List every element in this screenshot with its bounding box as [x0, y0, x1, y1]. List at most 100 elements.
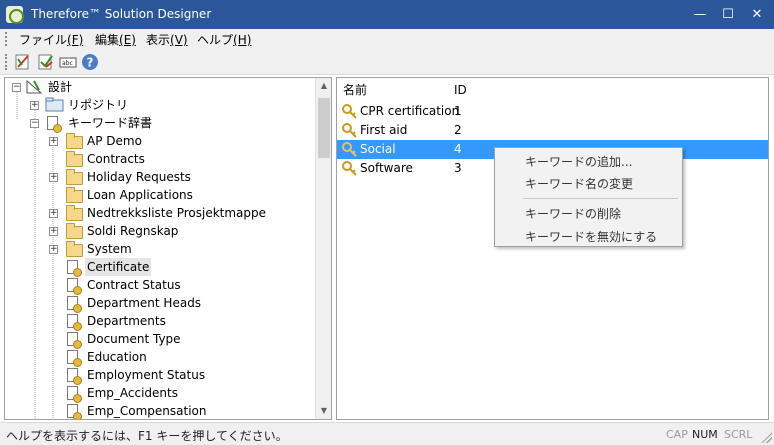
keyword-icon [67, 350, 82, 367]
checkmark-icon[interactable] [37, 53, 55, 71]
expand-icon[interactable]: + [30, 101, 39, 110]
collapse-icon[interactable]: − [30, 119, 39, 128]
text-format-icon[interactable]: abc [59, 53, 77, 71]
tree-repository-label: リポジトリ [68, 98, 129, 112]
keyword-id: 1 [454, 104, 462, 118]
num-indicator: NUM [692, 428, 718, 441]
tree-folder-system[interactable]: + System [5, 240, 305, 258]
tree-folder-loan-applications[interactable]: Loan Applications [5, 186, 305, 204]
expand-icon[interactable]: + [49, 245, 58, 254]
tree-folder-holiday-requests[interactable]: + Holiday Requests [5, 168, 305, 186]
keyword-id: 2 [454, 123, 462, 137]
tree-folder-soldi-regnskap[interactable]: + Soldi Regnskap [5, 222, 305, 240]
maximize-button[interactable]: ☐ [713, 0, 743, 29]
toolbar: abc ? [0, 49, 774, 75]
tree-folder-label: Holiday Requests [87, 170, 191, 184]
menu-grip [5, 32, 7, 46]
key-icon [342, 142, 357, 157]
keyword-icon [67, 332, 82, 349]
keyword-icon [67, 314, 82, 331]
context-disable-keyword[interactable]: キーワードを無効にする [525, 228, 657, 245]
resize-grip[interactable] [760, 431, 772, 443]
context-menu: キーワードの追加... キーワード名の変更 キーワードの削除 キーワードを無効に… [494, 147, 683, 247]
keyword-id: 4 [454, 142, 462, 156]
tree-item-emp-compensation[interactable]: Emp_Compensation [5, 402, 305, 419]
tree-keyword-dict-label: キーワード辞書 [68, 116, 153, 130]
tree-folder-label: Nedtrekksliste Prosjektmappe [87, 206, 267, 220]
tree-item-emp-accidents[interactable]: Emp_Accidents [5, 384, 305, 403]
tree-item-employment-status[interactable]: Employment Status [5, 366, 305, 385]
context-delete-keyword[interactable]: キーワードの削除 [525, 205, 621, 222]
scroll-thumb[interactable] [318, 98, 330, 158]
menu-help-key: (H) [233, 33, 252, 47]
list-item[interactable]: First aid 2 [337, 121, 768, 140]
menu-edit-key: (E) [119, 33, 136, 47]
tree-folder-label: System [87, 242, 132, 256]
status-text: ヘルプを表示するには、F1 キーを押してください。 [6, 429, 288, 443]
tree-folder-ap-demo[interactable]: + AP Demo [5, 132, 305, 150]
svg-text:abc: abc [62, 60, 73, 67]
keyword-icon [67, 386, 82, 403]
keyword-icon [67, 296, 82, 313]
minimize-button[interactable]: — [685, 0, 715, 29]
expand-icon[interactable]: + [49, 137, 58, 146]
scroll-down-icon[interactable]: ▼ [316, 403, 331, 419]
tree-folder-nedtrekksliste[interactable]: + Nedtrekksliste Prosjektmappe [5, 204, 305, 222]
keyword-name: First aid [360, 123, 408, 137]
list-item[interactable]: CPR certification 1 [337, 102, 768, 121]
tree-folder-label: Contracts [87, 152, 145, 166]
menu-file-label: ファイル [19, 33, 68, 47]
menu-view[interactable]: 表示(V) [146, 31, 188, 48]
tree-folder-label: AP Demo [87, 134, 142, 148]
menu-edit[interactable]: 編集(E) [95, 31, 136, 48]
tree-item-repository[interactable]: + リポジトリ [5, 96, 305, 114]
menu-help[interactable]: ヘルプ(H) [197, 31, 251, 48]
context-rename-keyword[interactable]: キーワード名の変更 [525, 175, 633, 192]
status-bar: ヘルプを表示するには、F1 キーを押してください。 CAP NUM SCRL [0, 422, 774, 445]
keyword-name: Software [360, 161, 413, 175]
tree-item-departments[interactable]: Departments [5, 312, 305, 331]
menu-view-key: (V) [170, 33, 188, 47]
cap-indicator: CAP [666, 428, 688, 441]
folder-icon [66, 151, 83, 167]
tree-item-department-heads[interactable]: Department Heads [5, 294, 305, 313]
toolbar-grip [5, 54, 7, 70]
keyword-icon [67, 278, 82, 295]
tree-pane[interactable]: − 設計 + リポジトリ − キーワード辞書 + AP Demo Contrac… [4, 77, 332, 420]
folder-icon [66, 205, 83, 221]
menu-help-label: ヘルプ [197, 33, 234, 47]
menu-file[interactable]: ファイル(F) [19, 31, 83, 48]
tree-item-label: Employment Status [87, 368, 206, 382]
edit-icon[interactable] [14, 53, 32, 71]
context-add-keyword[interactable]: キーワードの追加... [525, 153, 632, 170]
menu-edit-label: 編集 [95, 33, 120, 47]
tree-item-education[interactable]: Education [5, 348, 305, 367]
tree-item-label: Department Heads [87, 296, 202, 310]
tree-folder-contracts[interactable]: Contracts [5, 150, 305, 168]
expand-icon[interactable]: + [49, 227, 58, 236]
close-button[interactable]: ✕ [742, 0, 772, 29]
column-header-id[interactable]: ID [454, 80, 467, 100]
menu-bar: ファイル(F) 編集(E) 表示(V) ヘルプ(H) [0, 29, 774, 49]
tree-item-contract-status[interactable]: Contract Status [5, 276, 305, 295]
tree-item-certificate[interactable]: Certificate [5, 258, 305, 277]
tree-folder-label: Loan Applications [87, 188, 193, 202]
key-icon [342, 123, 357, 138]
expand-icon[interactable]: + [49, 209, 58, 218]
menu-file-key: (F) [67, 33, 84, 47]
tree-root-label: 設計 [48, 80, 73, 94]
tree-item-root[interactable]: − 設計 [5, 78, 305, 96]
column-header-name[interactable]: 名前 [343, 80, 367, 100]
folder-icon [66, 133, 83, 149]
tree-item-keyword-dictionary[interactable]: − キーワード辞書 [5, 114, 305, 133]
expand-icon[interactable]: + [49, 173, 58, 182]
tree-item-document-type[interactable]: Document Type [5, 330, 305, 349]
help-icon[interactable]: ? [81, 53, 99, 71]
keyword-list-pane[interactable]: 名前 ID CPR certification 1 First aid 2 So… [336, 77, 769, 420]
folder-icon [66, 223, 83, 239]
tree-scrollbar[interactable]: ▲ ▼ [315, 78, 331, 419]
keyword-icon [67, 260, 82, 277]
collapse-icon[interactable]: − [12, 83, 21, 92]
scroll-up-icon[interactable]: ▲ [316, 78, 331, 94]
folder-icon [66, 187, 83, 203]
